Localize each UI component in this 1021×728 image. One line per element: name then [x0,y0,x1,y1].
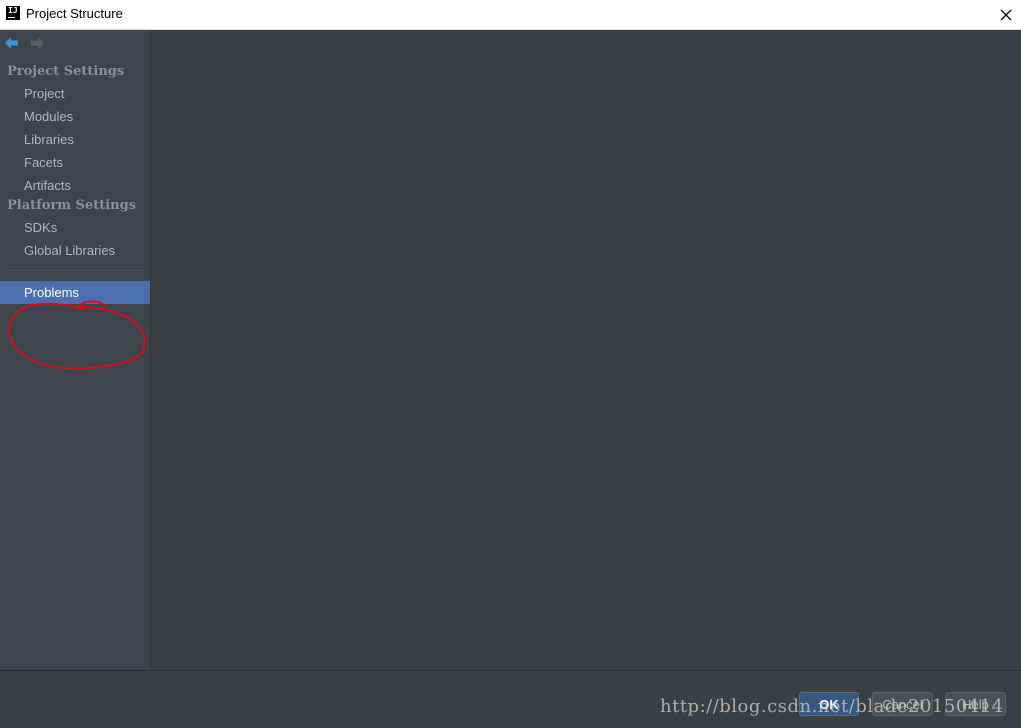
sidebar-item-label: SDKs [24,220,58,235]
sidebar-item-facets[interactable]: Facets [0,151,150,174]
close-button[interactable] [991,0,1021,29]
sidebar-item-problems[interactable]: Problems [0,281,150,304]
cancel-button[interactable]: Cancel [872,692,933,716]
sidebar-item-label: Artifacts [24,178,71,193]
sidebar-item-project[interactable]: Project [0,82,150,105]
sidebar-item-global-libraries[interactable]: Global Libraries [0,239,150,262]
help-button[interactable]: Help [945,692,1006,716]
sidebar-item-modules[interactable]: Modules [0,105,150,128]
app-icon-text: IJ [8,6,18,15]
sidebar-divider [8,270,142,271]
sidebar-item-label: Facets [24,155,64,170]
arrow-right-icon[interactable] [29,35,45,51]
sidebar-item-label: Problems [24,285,79,300]
sidebar: Project Settings Project Modules Librari… [0,30,151,670]
project-settings-header: Project Settings [7,64,125,79]
bottom-bar: OK Cancel Help [0,670,1021,728]
sidebar-item-label: Modules [24,109,74,124]
ok-button[interactable]: OK [799,692,859,716]
intellij-app-icon: IJ [6,6,20,20]
arrow-left-icon[interactable] [4,35,20,51]
platform-settings-header: Platform Settings [7,198,137,213]
window-title: Project Structure [26,6,123,21]
sidebar-item-sdks[interactable]: SDKs [0,216,150,239]
sidebar-item-libraries[interactable]: Libraries [0,128,150,151]
sidebar-item-artifacts[interactable]: Artifacts [0,174,150,197]
red-circle-annotation [8,300,146,370]
sidebar-item-label: Libraries [24,132,74,147]
sidebar-item-label: Global Libraries [24,243,116,258]
close-icon[interactable] [1000,9,1012,21]
sidebar-item-label: Project [24,86,65,101]
title-bar: IJ Project Structure [0,0,1021,30]
main-content-panel [151,30,1021,670]
